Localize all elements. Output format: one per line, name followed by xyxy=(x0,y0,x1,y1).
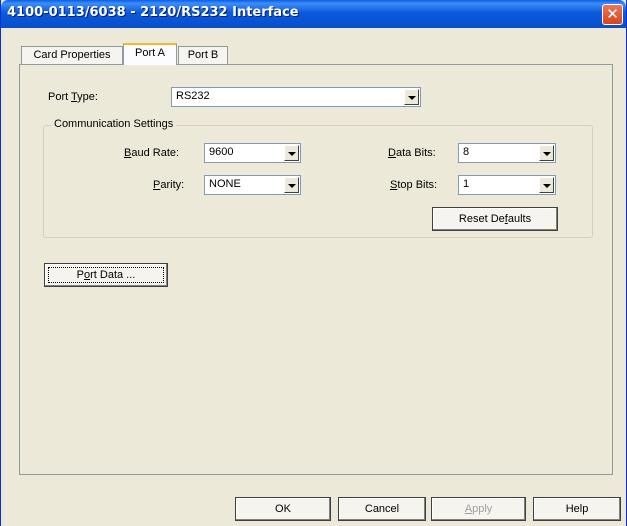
stop-bits-label: Stop Bits: xyxy=(390,179,438,191)
stop-bits-select[interactable]: 1 xyxy=(458,175,556,195)
port-type-label: Port Type: xyxy=(48,91,98,103)
help-button[interactable]: Help xyxy=(533,497,621,521)
data-bits-value: 8 xyxy=(463,146,470,158)
tab-port-a-label: Port A xyxy=(135,47,165,59)
title-bar[interactable]: 4100-0113/6038 - 2120/RS232 Interface ✕ xyxy=(1,0,626,28)
port-type-select[interactable]: RS232 xyxy=(171,87,421,107)
communication-settings-legend: Communication Settings xyxy=(51,118,177,130)
tab-port-a[interactable]: Port A xyxy=(123,43,177,65)
data-bits-select[interactable]: 8 xyxy=(458,143,556,163)
tab-port-b[interactable]: Port B xyxy=(178,46,228,64)
close-button[interactable]: ✕ xyxy=(602,4,623,25)
close-icon: ✕ xyxy=(606,5,619,23)
port-data-button[interactable]: Port Data ... xyxy=(44,263,168,287)
window-title: 4100-0113/6038 - 2120/RS232 Interface xyxy=(7,5,299,20)
reset-defaults-button[interactable]: Reset Defaults xyxy=(432,207,558,231)
apply-button[interactable]: Apply xyxy=(431,497,526,521)
parity-value: NONE xyxy=(209,178,241,190)
tab-port-b-label: Port B xyxy=(187,49,219,61)
dialog-window: 4100-0113/6038 - 2120/RS232 Interface ✕ … xyxy=(0,0,627,526)
parity-label: Parity: xyxy=(153,179,185,191)
cancel-button[interactable]: Cancel xyxy=(338,497,426,521)
stop-bits-value: 1 xyxy=(463,178,470,190)
chevron-down-icon[interactable] xyxy=(284,145,299,161)
tab-panel-port-a: Port Type: RS232 Communication Settings … xyxy=(19,64,613,475)
tab-card-properties-label: Card Properties xyxy=(33,49,111,61)
baud-rate-value: 9600 xyxy=(209,146,234,158)
chevron-down-icon[interactable] xyxy=(539,145,554,161)
data-bits-label: Data Bits: xyxy=(388,147,436,159)
port-type-value: RS232 xyxy=(176,90,210,102)
chevron-down-icon[interactable] xyxy=(404,89,419,105)
ok-button[interactable]: OK xyxy=(235,497,331,521)
baud-rate-label: Baud Rate: xyxy=(124,147,180,159)
baud-rate-select[interactable]: 9600 xyxy=(204,143,301,163)
parity-select[interactable]: NONE xyxy=(204,175,301,195)
tab-card-properties[interactable]: Card Properties xyxy=(21,46,123,64)
chevron-down-icon[interactable] xyxy=(539,177,554,193)
chevron-down-icon[interactable] xyxy=(284,177,299,193)
